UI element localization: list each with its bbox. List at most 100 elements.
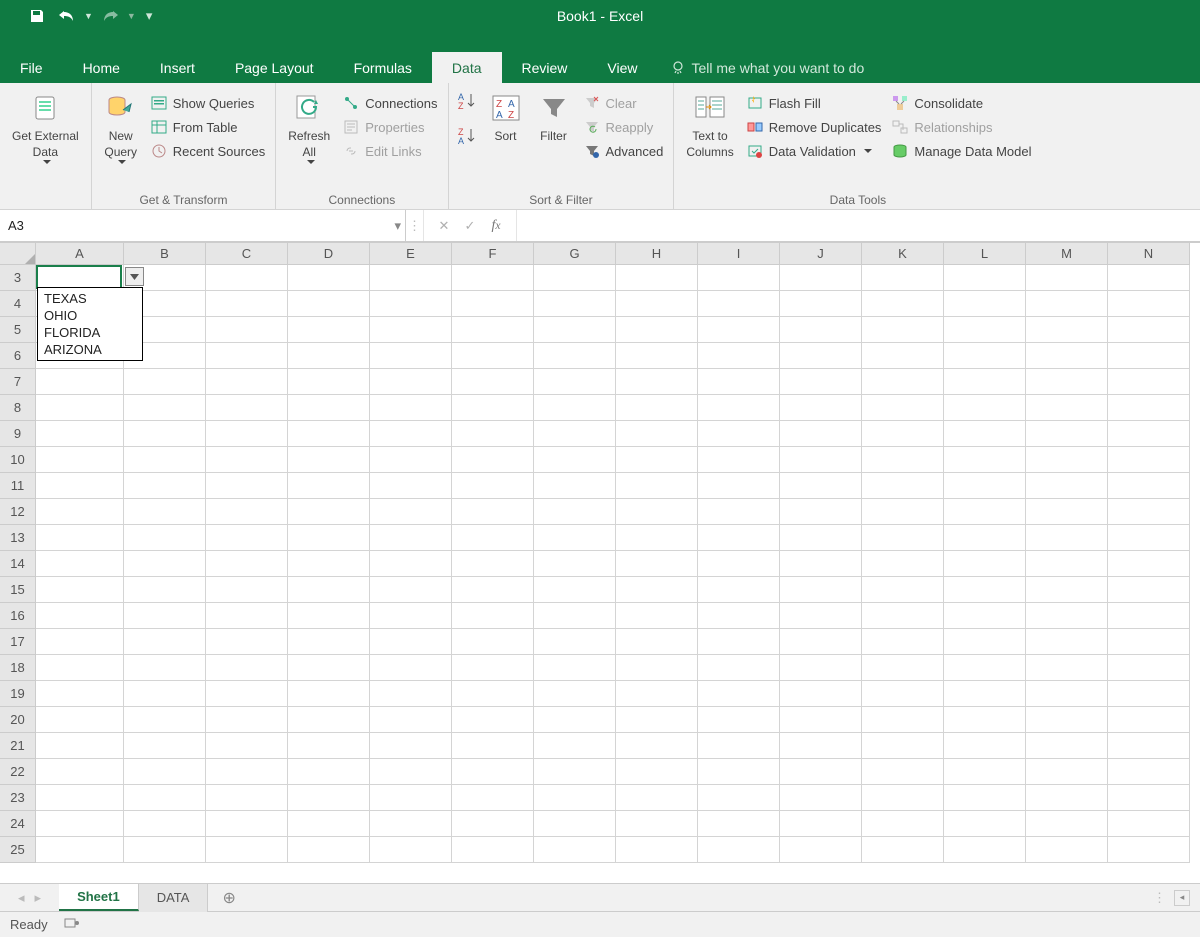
cell[interactable] [944, 785, 1026, 811]
cell[interactable] [124, 733, 206, 759]
cell[interactable] [370, 759, 452, 785]
tab-data[interactable]: Data [432, 52, 502, 83]
cell[interactable] [1108, 603, 1190, 629]
cell[interactable] [1026, 629, 1108, 655]
cell[interactable] [1108, 421, 1190, 447]
cell[interactable] [616, 707, 698, 733]
cell[interactable] [288, 317, 370, 343]
cell[interactable] [780, 733, 862, 759]
cell[interactable] [1108, 811, 1190, 837]
cell[interactable] [1026, 421, 1108, 447]
cell[interactable] [698, 265, 780, 291]
cell[interactable] [944, 655, 1026, 681]
name-box[interactable]: A3 ▾ [0, 210, 406, 241]
cell[interactable] [206, 473, 288, 499]
tab-review[interactable]: Review [502, 52, 588, 83]
cell[interactable] [206, 655, 288, 681]
cell[interactable] [534, 681, 616, 707]
cell[interactable] [698, 707, 780, 733]
cell[interactable] [370, 603, 452, 629]
row-header[interactable]: 22 [0, 759, 36, 785]
cell[interactable] [452, 317, 534, 343]
cell[interactable] [616, 421, 698, 447]
from-table-button[interactable]: From Table [146, 115, 270, 139]
cell[interactable] [944, 265, 1026, 291]
cell[interactable] [124, 447, 206, 473]
cell[interactable] [534, 733, 616, 759]
cell[interactable] [36, 447, 124, 473]
relationships-button[interactable]: Relationships [887, 115, 1035, 139]
consolidate-button[interactable]: Consolidate [887, 91, 1035, 115]
sort-asc-button[interactable]: AZ [457, 91, 479, 114]
cell[interactable] [36, 811, 124, 837]
cell[interactable] [1026, 603, 1108, 629]
cell[interactable] [36, 473, 124, 499]
cell[interactable] [698, 447, 780, 473]
cell[interactable] [616, 447, 698, 473]
cell[interactable] [698, 629, 780, 655]
cell[interactable] [698, 525, 780, 551]
tab-view[interactable]: View [587, 52, 657, 83]
row-header[interactable]: 3 [0, 265, 36, 291]
cell[interactable] [288, 447, 370, 473]
cell[interactable] [616, 629, 698, 655]
cell[interactable] [206, 577, 288, 603]
cell[interactable] [862, 707, 944, 733]
cell[interactable] [124, 785, 206, 811]
cell[interactable] [370, 265, 452, 291]
cell[interactable] [1026, 369, 1108, 395]
cell[interactable] [780, 395, 862, 421]
cell[interactable] [370, 551, 452, 577]
cell[interactable] [534, 265, 616, 291]
cell[interactable] [534, 499, 616, 525]
cell[interactable] [616, 317, 698, 343]
cell[interactable] [780, 785, 862, 811]
cell[interactable] [124, 395, 206, 421]
cell[interactable] [862, 343, 944, 369]
cell[interactable] [534, 759, 616, 785]
cell[interactable] [780, 603, 862, 629]
cell[interactable] [1108, 551, 1190, 577]
cell[interactable] [944, 369, 1026, 395]
cell[interactable] [452, 369, 534, 395]
cell[interactable] [780, 707, 862, 733]
cell[interactable] [862, 421, 944, 447]
cell[interactable] [862, 551, 944, 577]
cell[interactable] [206, 785, 288, 811]
cell[interactable] [370, 655, 452, 681]
refresh-all-button[interactable]: Refresh All [282, 87, 336, 191]
cell[interactable] [534, 291, 616, 317]
cell[interactable] [36, 369, 124, 395]
cell[interactable] [534, 317, 616, 343]
cell[interactable] [698, 681, 780, 707]
cell[interactable] [534, 473, 616, 499]
cell[interactable] [370, 785, 452, 811]
cell[interactable] [452, 343, 534, 369]
macro-record-icon[interactable] [64, 916, 80, 933]
cell[interactable] [944, 603, 1026, 629]
cell[interactable] [534, 577, 616, 603]
cell[interactable] [780, 629, 862, 655]
properties-button[interactable]: Properties [338, 115, 441, 139]
connections-button[interactable]: Connections [338, 91, 441, 115]
column-header[interactable]: E [370, 243, 452, 265]
undo-button[interactable] [54, 3, 80, 29]
cell[interactable] [780, 421, 862, 447]
cell[interactable] [288, 811, 370, 837]
cell[interactable] [944, 525, 1026, 551]
cell[interactable] [616, 473, 698, 499]
cell[interactable] [944, 707, 1026, 733]
cell[interactable] [206, 707, 288, 733]
cell[interactable] [288, 551, 370, 577]
cell[interactable] [452, 733, 534, 759]
row-header[interactable]: 17 [0, 629, 36, 655]
cell[interactable] [206, 369, 288, 395]
cell[interactable] [534, 551, 616, 577]
manage-data-model-button[interactable]: Manage Data Model [887, 139, 1035, 163]
cell[interactable] [1108, 265, 1190, 291]
cell[interactable] [124, 603, 206, 629]
cell[interactable] [1108, 707, 1190, 733]
cell[interactable] [534, 707, 616, 733]
cell[interactable] [124, 525, 206, 551]
cell[interactable] [206, 265, 288, 291]
